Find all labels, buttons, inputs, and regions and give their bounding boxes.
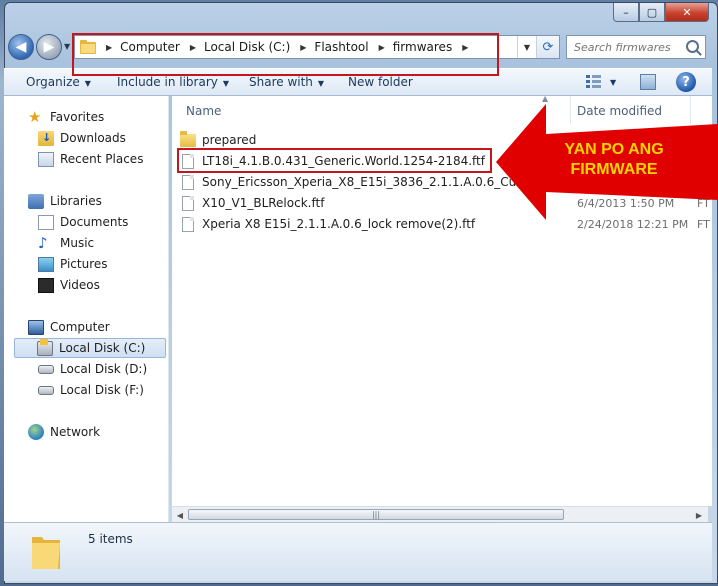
details-pane: 5 items [4,522,712,581]
search-input[interactable] [572,39,688,55]
sort-indicator-icon: ▲ [542,94,549,103]
scroll-left-button[interactable]: ◀ [173,509,187,521]
nav-item-local-disk-c[interactable]: Local Disk (C:) [14,338,166,358]
view-options-dropdown[interactable]: ▼ [610,78,616,87]
preview-pane-icon[interactable] [640,74,656,90]
search-box [566,35,706,59]
column-header-name[interactable]: Name [186,104,221,118]
search-icon[interactable] [686,40,699,53]
item-count: 5 items [88,532,133,546]
refresh-button[interactable]: ⟳ [536,36,559,58]
large-folder-icon [32,537,60,569]
nav-favorites[interactable]: ★ Favorites [28,107,104,127]
horizontal-scrollbar[interactable]: ◀ ||| ▶ [172,506,708,523]
nav-item-pictures[interactable]: Pictures [38,254,108,274]
refresh-icon: ⟳ [542,39,554,55]
nav-item-local-disk-d[interactable]: Local Disk (D:) [38,359,147,379]
address-highlight-box [72,33,499,76]
firmware-highlight-box [177,148,492,173]
maximize-button[interactable]: ▢ [639,3,665,22]
documents-icon [38,214,54,230]
computer-icon [28,319,44,335]
organize-button[interactable]: Organize ▼ [26,75,91,89]
pictures-icon [38,256,54,272]
dropdown-arrow-icon: ▼ [84,79,91,88]
scroll-right-button[interactable]: ▶ [692,509,706,521]
folder-icon [180,130,196,147]
nav-item-downloads[interactable]: Downloads [38,128,126,148]
new-folder-button[interactable]: New folder [348,75,413,89]
help-icon[interactable]: ? [676,72,696,92]
file-icon [182,216,194,232]
file-icon [182,195,194,211]
music-note-icon: ♪ [38,233,48,252]
nav-item-documents[interactable]: Documents [38,212,128,232]
drive-icon [38,385,54,395]
back-arrow-icon: ◀ [15,39,27,55]
nav-item-videos[interactable]: Videos [38,275,100,295]
nav-libraries[interactable]: Libraries [28,191,102,211]
navigation-pane: ★ Favorites Downloads Recent Places Libr… [4,96,169,522]
downloads-folder-icon [38,130,54,146]
nav-item-music[interactable]: ♪ Music [38,233,94,253]
nav-network[interactable]: Network [28,422,100,442]
file-icon [182,174,194,190]
forward-button[interactable]: ▶ [36,34,62,60]
forward-arrow-icon: ▶ [43,39,55,55]
nav-computer[interactable]: Computer [28,317,110,337]
libraries-icon [28,193,44,209]
scrollbar-thumb[interactable]: ||| [188,509,564,520]
system-drive-icon [37,338,53,356]
include-in-library-button[interactable]: Include in library ▼ [117,75,229,89]
videos-icon [38,277,54,293]
back-button[interactable]: ◀ [8,34,34,60]
drive-icon [38,364,54,374]
change-view-icon[interactable] [586,75,601,89]
recent-pages-dropdown[interactable]: ▼ [64,42,70,51]
close-button[interactable]: ✕ [665,3,709,22]
network-globe-icon [28,424,44,440]
nav-item-recent-places[interactable]: Recent Places [38,149,143,169]
caption-buttons: – ▢ ✕ [613,3,709,23]
nav-item-local-disk-f[interactable]: Local Disk (F:) [38,380,144,400]
share-with-button[interactable]: Share with ▼ [249,75,324,89]
star-icon: ★ [28,107,42,126]
recent-places-icon [38,151,54,167]
dropdown-arrow-icon: ▼ [317,79,325,88]
dropdown-arrow-icon: ▼ [222,79,230,88]
address-history-dropdown[interactable]: ▼ [517,36,536,58]
minimize-button[interactable]: – [613,3,639,22]
annotation-text: YAN PO ANG FIRMWARE [564,141,664,178]
